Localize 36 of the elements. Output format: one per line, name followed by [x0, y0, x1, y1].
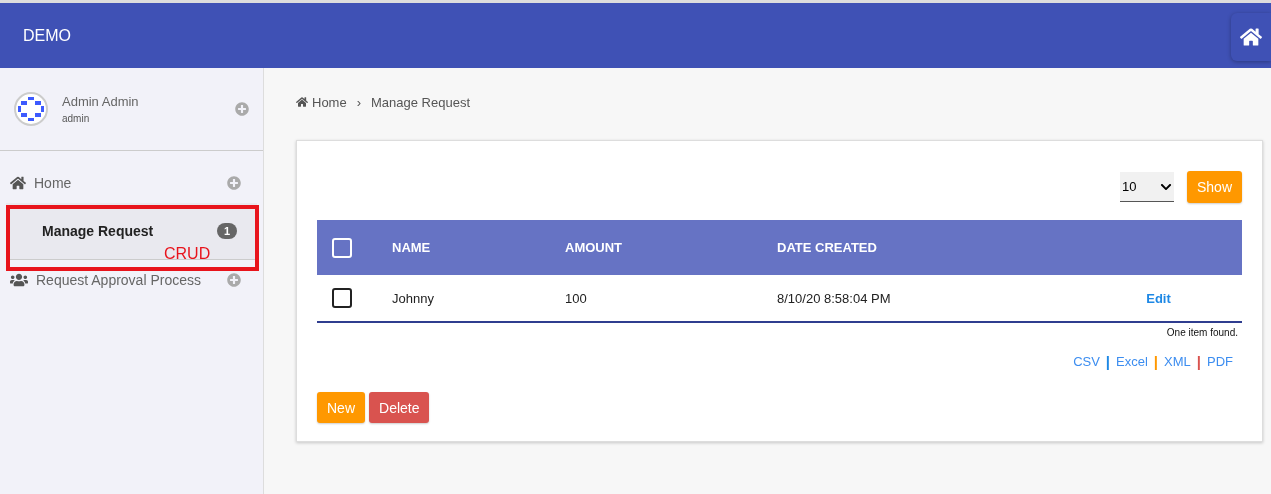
- edit-link[interactable]: Edit: [1146, 290, 1191, 306]
- breadcrumb-separator: ›: [356, 94, 362, 110]
- sidebar-item[interactable]: Home: [0, 163, 263, 203]
- user-role: admin: [62, 113, 91, 124]
- users-icon: [10, 271, 28, 289]
- page-size-select[interactable]: 10: [1119, 172, 1174, 202]
- column-header: NAME: [392, 240, 432, 255]
- breadcrumb-link[interactable]: Home: [296, 94, 347, 110]
- checkbox[interactable]: [332, 288, 352, 308]
- export-link[interactable]: Excel: [1116, 354, 1148, 369]
- breadcrumb-link[interactable]: Manage Request: [371, 94, 471, 110]
- column-header: DATE CREATED: [777, 240, 878, 255]
- home-icon: [10, 175, 26, 191]
- home-icon: [296, 96, 308, 108]
- avatar-icon: [14, 92, 48, 126]
- table-cell-text: Johnny: [392, 290, 435, 306]
- new-button[interactable]: New: [317, 392, 365, 423]
- column-header: AMOUNT: [565, 240, 624, 255]
- user-name: Admin Admin: [62, 94, 140, 109]
- separator: |: [1196, 354, 1201, 369]
- sidebar-item[interactable]: Request Approval Process: [0, 260, 263, 300]
- delete-button[interactable]: Delete: [369, 392, 430, 423]
- annotation-label: CRUD: [164, 245, 211, 263]
- table-cell-text: 8/10/20 8:58:04 PM: [777, 290, 892, 306]
- table-cell-text: 100: [565, 290, 588, 306]
- result-count: One item found.: [1166, 327, 1238, 338]
- count-badge: 1: [216, 223, 237, 239]
- separator: |: [1105, 354, 1111, 369]
- home-button[interactable]: [1231, 12, 1271, 61]
- export-link[interactable]: XML: [1164, 354, 1191, 369]
- export-link[interactable]: PDF: [1207, 354, 1233, 369]
- app-title: DEMO: [23, 26, 71, 45]
- show-button[interactable]: Show: [1186, 171, 1242, 203]
- export-link[interactable]: CSV: [1073, 354, 1100, 369]
- separator: |: [1153, 354, 1159, 369]
- home-icon: [1240, 25, 1262, 48]
